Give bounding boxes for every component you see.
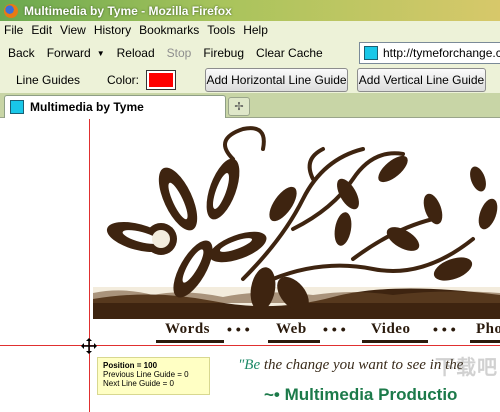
tooltip-previous-guide: Previous Line Guide = 0 [103,370,189,379]
watermark-text: 下载吧 [435,355,498,379]
plus-icon: ✢ [234,101,244,113]
color-label: Color: [107,73,140,87]
menu-bar: File Edit View History Bookmarks Tools H… [0,21,500,39]
menu-help[interactable]: Help [243,23,268,37]
color-picker[interactable] [146,70,176,90]
menu-bookmarks[interactable]: Bookmarks [139,23,199,37]
firebug-button[interactable]: Firebug [203,46,244,60]
tooltip-position: Position = 100 [103,361,158,370]
floral-banner-image [93,119,500,319]
reload-button[interactable]: Reload [117,46,155,60]
tagline-be: "Be [238,357,261,373]
brand-heading: ~• Multimedia Productio [264,385,458,404]
nav-separator: ••• [323,321,350,337]
menu-file[interactable]: File [4,23,23,37]
nav-link-web[interactable]: Web [276,321,307,338]
line-guides-toolbar: Line Guides Color: Add Horizontal Line G… [0,67,500,93]
stop-button[interactable]: Stop [167,46,192,60]
color-swatch-fill [149,73,173,87]
horizontal-line-guide[interactable] [0,345,500,346]
page-content: Words ••• Web ••• Video ••• Pho "Be the … [0,119,500,412]
title-bar: Multimedia by Tyme - Mozilla Firefox [0,0,500,21]
window-title: Multimedia by Tyme - Mozilla Firefox [24,3,232,18]
menu-view[interactable]: View [60,23,86,37]
add-vertical-guide-button[interactable]: Add Vertical Line Guide [357,68,486,92]
tab-favicon-icon [10,100,24,114]
nav-separator: ••• [227,321,254,337]
nav-underline [268,340,320,343]
new-tab-button[interactable]: ✢ [228,97,250,116]
back-button[interactable]: Back [8,46,35,60]
vertical-line-guide[interactable] [89,119,90,412]
tooltip-next-guide: Next Line Guide = 0 [103,379,174,388]
nav-link-photo[interactable]: Pho [476,321,500,338]
nav-separator: ••• [433,321,460,337]
nav-underline [362,340,428,343]
nav-underline [470,340,500,343]
line-guides-label: Line Guides [16,73,81,87]
site-favicon-icon [364,46,378,60]
nav-underline [156,340,224,343]
url-text[interactable]: http://tymeforchange.c [383,46,500,60]
nav-link-words[interactable]: Words [165,321,210,338]
tab-strip: Multimedia by Tyme ✢ [0,93,500,118]
history-dropdown-icon[interactable]: ▼ [97,49,105,58]
tab-title: Multimedia by Tyme [30,100,144,114]
url-bar[interactable]: http://tymeforchange.c [359,42,500,64]
guide-position-tooltip: Position = 100 Previous Line Guide = 0 N… [97,357,210,395]
move-cursor-icon [81,338,97,354]
clear-cache-button[interactable]: Clear Cache [256,46,323,60]
tagline-text: the change you want to see in the [260,357,464,373]
add-horizontal-guide-button[interactable]: Add Horizontal Line Guide [205,68,348,92]
menu-edit[interactable]: Edit [31,23,52,37]
navigation-toolbar: Back Forward ▼ Reload Stop Firebug Clear… [0,39,500,67]
nav-link-video[interactable]: Video [371,321,410,338]
tab-multimedia-by-tyme[interactable]: Multimedia by Tyme [4,95,226,118]
forward-button[interactable]: Forward [47,46,91,60]
firefox-logo-icon [4,3,18,18]
site-navigation: Words ••• Web ••• Video ••• Pho [90,319,500,343]
menu-tools[interactable]: Tools [207,23,235,37]
menu-history[interactable]: History [94,23,131,37]
